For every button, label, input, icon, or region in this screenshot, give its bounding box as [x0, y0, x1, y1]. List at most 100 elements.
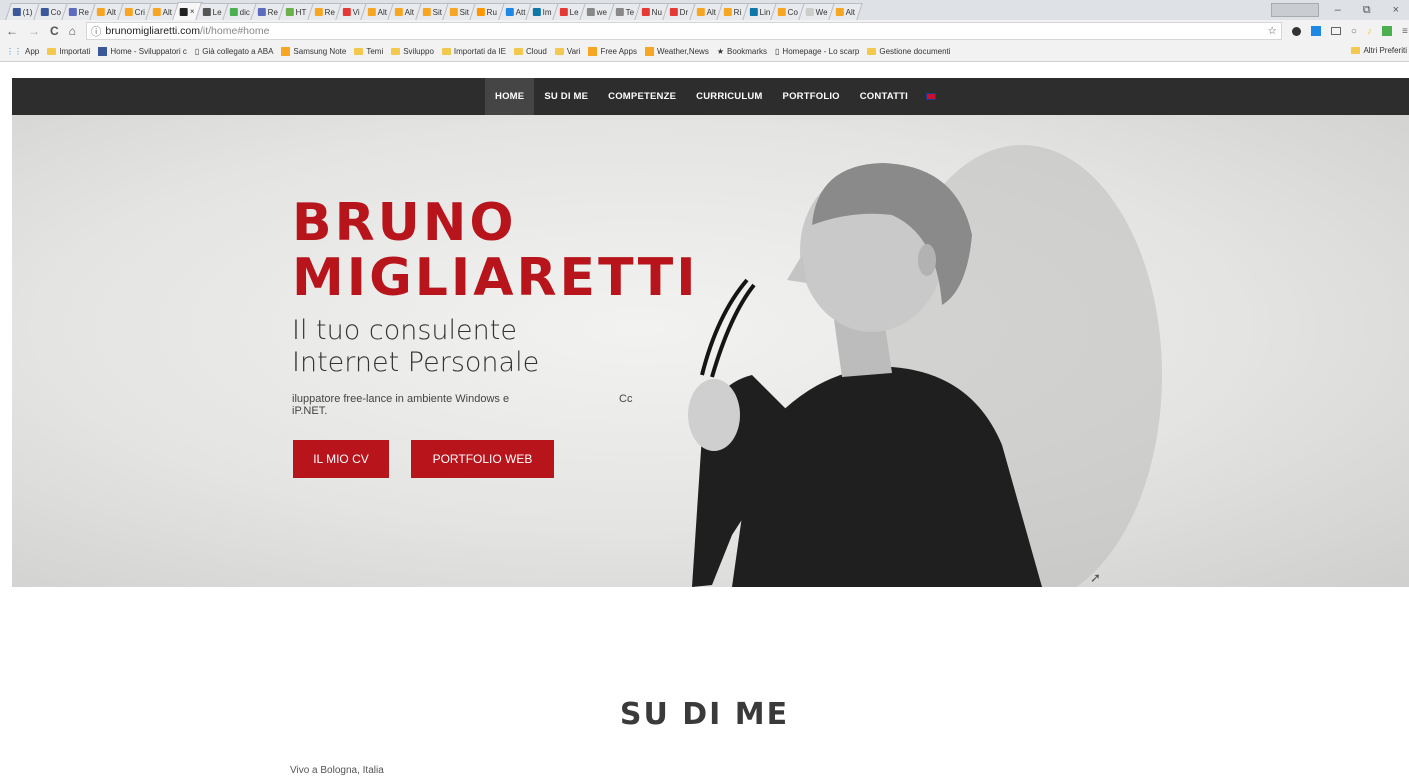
app-icon [281, 47, 291, 56]
bookmark-label: Bookmarks [727, 47, 768, 56]
tab-label: we [597, 7, 608, 17]
nav-item-competenze[interactable]: COMPETENZE [598, 78, 686, 115]
bookmark-item[interactable]: Importati da IE [441, 47, 506, 56]
window-controls: – ⧉ × [1335, 0, 1409, 20]
other-bookmarks[interactable]: Altri Preferiti [1351, 46, 1407, 55]
bookmark-item[interactable]: Free Apps [588, 47, 637, 56]
bookmark-item[interactable]: Weather,News [644, 47, 709, 56]
star-icon: ★ [716, 47, 724, 56]
app-icon [644, 47, 654, 56]
tab-label: Alt [377, 7, 388, 17]
bookmark-item[interactable]: Samsung Note [281, 47, 346, 56]
folder-icon [1351, 47, 1361, 54]
bookmark-item[interactable]: Cloud [513, 47, 547, 56]
nav-item-home[interactable]: HOME [485, 78, 535, 115]
nav-item-portfolio[interactable]: PORTFOLIO [773, 78, 850, 115]
favicon-icon [179, 7, 188, 16]
bookmark-item[interactable]: Sviluppo [391, 47, 434, 56]
favicon-icon [560, 8, 569, 16]
browser-tab[interactable]: Alt [828, 3, 864, 20]
bookmark-item[interactable]: ▯ Homepage - Lo scarp [775, 47, 859, 56]
favicon-icon [12, 8, 21, 16]
close-window-button[interactable]: × [1393, 4, 1399, 16]
bookmark-label: Homepage - Lo scarp [782, 47, 860, 56]
extension-icon[interactable] [1291, 26, 1301, 36]
bookmarks-bar: ⋮⋮ App Importati Home - Sviluppatori c ▯ Già … [0, 42, 1409, 62]
nav-item-curriculum[interactable]: CURRICULUM [686, 78, 772, 115]
bookmark-item[interactable]: Temi [354, 47, 383, 56]
star-icon[interactable]: ☆ [1268, 25, 1277, 37]
hero-section: BRUNO MIGLIARETTI Il tuo consulente Inte… [12, 115, 1409, 587]
profile-button[interactable] [1271, 3, 1319, 17]
nav-item-contatti[interactable]: CONTATTI [850, 78, 918, 115]
extension-icon[interactable]: ○ [1351, 26, 1357, 37]
tab-label: Re [267, 7, 279, 17]
back-button[interactable]: ← [6, 24, 18, 38]
tab-label: Im [543, 7, 553, 17]
favicon-icon [641, 8, 650, 16]
bookmark-item[interactable]: ⋮⋮ App [6, 47, 39, 56]
cv-button[interactable]: IL MIO CV [293, 440, 389, 478]
bookmark-label: Cloud [525, 47, 547, 56]
info-icon[interactable]: ⓘ [91, 24, 102, 39]
reload-button[interactable]: C [50, 24, 59, 38]
favicon-icon [422, 8, 431, 16]
tab-label: Alt [405, 7, 415, 17]
favicon-icon [615, 8, 624, 16]
bookmark-label: Samsung Note [293, 47, 347, 56]
app-icon [588, 47, 598, 56]
favicon-icon [449, 8, 458, 16]
bookmark-item[interactable]: ★ Bookmarks [717, 47, 767, 56]
home-button[interactable]: ⌂ [69, 24, 76, 38]
favicon-icon [395, 8, 404, 16]
favicon-icon [836, 8, 845, 16]
bookmark-item[interactable]: Importati [47, 47, 90, 56]
browser-tab-strip: (1) Co Re Alt Cri Alt × Le dic Re HT Re Vi Alt Alt Sit S… [0, 0, 1409, 20]
favicon-icon [40, 8, 49, 16]
tab-label: Alt [846, 7, 856, 17]
portfolio-button[interactable]: PORTFOLIO WEB [411, 440, 554, 478]
extension-icon[interactable] [1330, 27, 1341, 35]
folder-icon [554, 48, 564, 55]
english-flag-icon[interactable] [925, 93, 936, 100]
portrait-photo [688, 145, 1162, 587]
tab-label: dic [239, 7, 250, 17]
address-bar[interactable]: ⓘ brunomigliaretti.com/it/home#home ☆ [85, 22, 1282, 40]
tab-label: Le [570, 7, 580, 17]
tab-label: Co [50, 7, 61, 17]
folder-icon [867, 48, 877, 55]
tagline-line-1: Il tuo consulente [292, 315, 517, 346]
nav-item-su-di-me[interactable]: SU DI ME [534, 78, 598, 115]
site-navbar: HOME SU DI ME COMPETENZE CURRICULUM PORTFOLI… [12, 78, 1409, 115]
tab-label: Co [788, 7, 799, 17]
minimize-button[interactable]: – [1335, 4, 1341, 16]
tab-label: × [189, 7, 195, 16]
bookmark-label: Vari [566, 47, 581, 56]
favicon-icon [202, 8, 211, 16]
forward-button[interactable]: → [28, 24, 40, 38]
mouse-cursor-icon: ➚ [1090, 570, 1101, 585]
maximize-button[interactable]: ⧉ [1363, 4, 1371, 17]
bookmark-item[interactable]: ▯ Già collegato a ABA [195, 47, 274, 56]
facebook-icon [98, 47, 108, 56]
extension-icon[interactable] [1310, 26, 1321, 36]
folder-icon [513, 48, 523, 55]
url-host: brunomigliaretti.com [105, 25, 200, 37]
page-icon: ▯ [775, 47, 780, 56]
menu-icon[interactable]: ≡ [1402, 26, 1408, 37]
tagline-line-2: Internet Personale [292, 347, 540, 379]
extension-icon[interactable] [1381, 26, 1392, 36]
tab-label: Alt [706, 7, 716, 17]
favicon-icon [97, 8, 106, 16]
tab-label: Att [515, 7, 526, 17]
bookmark-label: Home - Sviluppatori c [110, 47, 187, 56]
favicon-icon [257, 8, 266, 16]
bookmark-label: Gestione documenti [879, 47, 951, 56]
favicon-icon [286, 8, 295, 16]
description-fragment: Cc [619, 393, 633, 405]
bookmark-item[interactable]: Gestione documenti [867, 47, 951, 56]
folder-icon [441, 48, 451, 55]
extension-icon[interactable]: ♪ [1367, 26, 1372, 37]
bookmark-item[interactable]: Vari [554, 47, 581, 56]
bookmark-item[interactable]: Home - Sviluppatori c [98, 47, 187, 56]
